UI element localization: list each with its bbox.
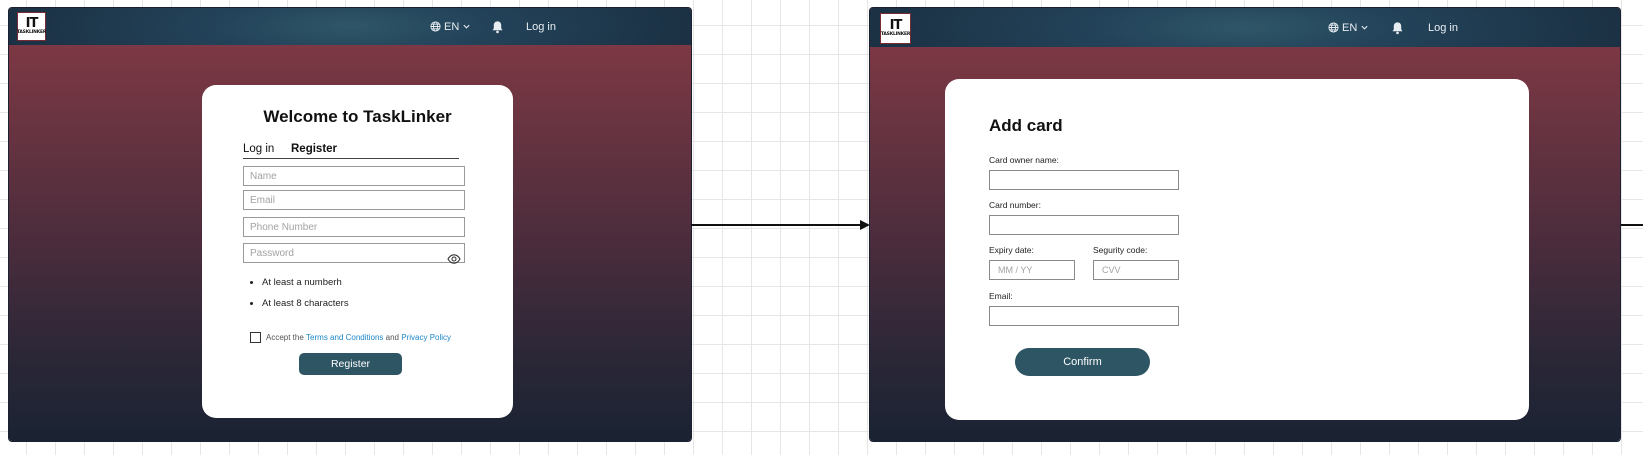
terms-checkbox[interactable] (250, 332, 261, 343)
globe-icon (430, 21, 441, 32)
register-button[interactable]: Register (299, 353, 402, 375)
name-input[interactable] (243, 166, 465, 186)
password-rule: At least 8 characters (262, 298, 349, 310)
language-label: EN (1342, 21, 1358, 34)
card-owner-label: Card owner name: (989, 155, 1059, 165)
flow-arrow-out (1620, 224, 1643, 226)
top-navbar: IT TASKLINKER EN Log in (870, 8, 1620, 47)
email-input[interactable] (243, 190, 465, 210)
expiry-date-label: Expiry date: (989, 245, 1034, 255)
terms-row: Accept the Terms and Conditions and Priv… (250, 332, 451, 343)
card-number-input[interactable] (989, 215, 1179, 235)
card-owner-input[interactable] (989, 170, 1179, 190)
confirm-button[interactable]: Confirm (1015, 348, 1150, 376)
chevron-down-icon (1360, 23, 1369, 32)
welcome-title: Welcome to TaskLinker (263, 107, 452, 126)
email-label: Email: (989, 291, 1013, 301)
add-card-panel: Add card Card owner name: Card number: E… (945, 79, 1529, 420)
privacy-link[interactable]: Privacy Policy (401, 333, 451, 342)
bell-icon[interactable] (1391, 21, 1404, 35)
flow-arrow (691, 220, 870, 230)
terms-prefix: Accept the (266, 333, 304, 342)
bell-icon[interactable] (491, 20, 504, 34)
tab-login[interactable]: Log in (243, 143, 274, 155)
auth-tabs: Log in Register (243, 143, 459, 159)
terms-link[interactable]: Terms and Conditions (306, 333, 383, 342)
security-code-label: Segurity code: (1093, 245, 1148, 255)
language-selector[interactable]: EN (1328, 22, 1369, 34)
expiry-date-input[interactable] (989, 260, 1075, 280)
card-number-label: Card number: (989, 200, 1041, 210)
phone-input[interactable] (243, 217, 465, 237)
login-link[interactable]: Log in (1428, 22, 1458, 34)
password-rules: At least a numberh At least 8 characters (250, 277, 349, 319)
terms-and: and (385, 333, 400, 342)
email-input[interactable] (989, 306, 1179, 326)
register-card: Welcome to TaskLinker Log in Register At… (202, 85, 513, 418)
password-input[interactable] (243, 243, 465, 263)
globe-icon (1328, 22, 1339, 33)
register-screen: IT TASKLINKER EN Log in Welcome to TaskL… (9, 8, 691, 441)
language-selector[interactable]: EN (430, 21, 471, 33)
tab-register[interactable]: Register (291, 143, 337, 155)
language-label: EN (444, 20, 460, 33)
chevron-down-icon (462, 22, 471, 31)
login-link[interactable]: Log in (526, 21, 556, 33)
top-navbar: IT TASKLINKER EN Log in (9, 8, 691, 45)
security-code-input[interactable] (1093, 260, 1179, 280)
add-card-screen: IT TASKLINKER EN Log in Add card Card ow… (870, 8, 1620, 441)
eye-icon[interactable] (447, 252, 461, 264)
page-title: Add card (989, 116, 1063, 135)
password-rule: At least a numberh (262, 277, 349, 289)
